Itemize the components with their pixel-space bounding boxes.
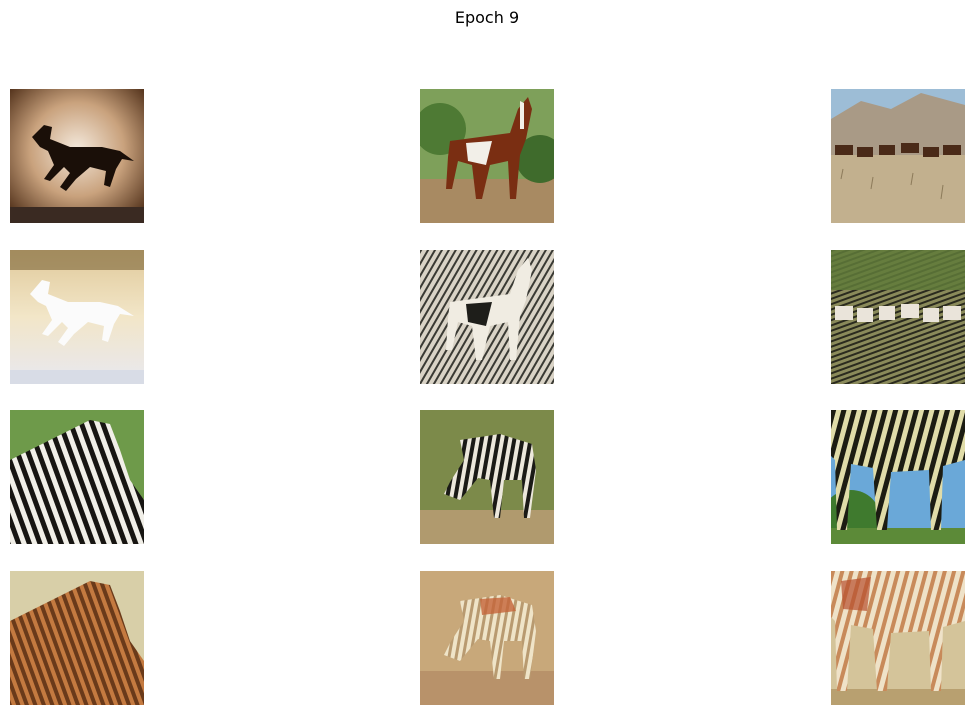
figure-title: Epoch 9 [454,8,520,27]
generated-zebra-herd-image [831,250,965,384]
generated-horse-from-zebra-legs-image [831,571,965,705]
generated-white-horse-image [10,250,144,384]
generated-horse-from-grazing-zebra-image [420,571,554,705]
figure-canvas: Epoch 9 [0,0,974,715]
zebra-legs-closeup-image [831,410,965,544]
generated-zebra-textured-horse-image [420,250,554,384]
generated-horse-from-zebra-pair-image [10,571,144,705]
horse-silhouette-sepia-image [10,89,144,223]
zebra-pair-closeup-image [10,410,144,544]
zebra-grazing-image [420,410,554,544]
horse-herd-desert-image [831,89,965,223]
pinto-horse-standing-image [420,89,554,223]
